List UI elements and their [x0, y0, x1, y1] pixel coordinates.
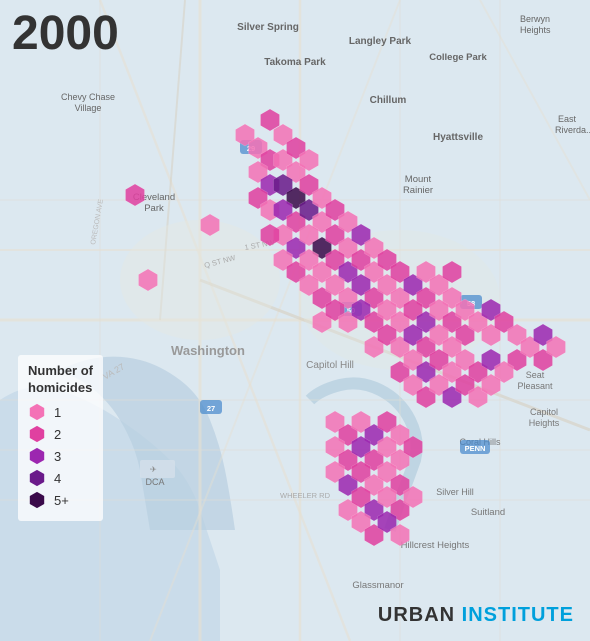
svg-text:Silver Hill: Silver Hill [436, 487, 474, 497]
svg-text:Capitol Hill: Capitol Hill [306, 360, 354, 371]
svg-text:58: 58 [467, 299, 475, 308]
svg-text:Mount: Mount [405, 174, 432, 185]
svg-text:DCA: DCA [145, 477, 164, 487]
legend-label-2: 2 [54, 427, 61, 442]
svg-text:Washington: Washington [171, 343, 245, 358]
svg-text:27: 27 [207, 404, 215, 413]
svg-text:Heights: Heights [520, 25, 551, 35]
legend-hex-3 [28, 447, 46, 465]
svg-text:Rainier: Rainier [403, 185, 433, 196]
svg-text:29: 29 [247, 144, 255, 153]
svg-text:Chillum: Chillum [370, 95, 407, 106]
map-svg: ✈ Silver Spring Langley Park Berwyn Heig… [0, 0, 590, 641]
legend-item-1: 1 [28, 403, 93, 421]
svg-text:WHEELER RD: WHEELER RD [280, 491, 331, 500]
svg-text:Takoma Park: Takoma Park [264, 57, 326, 68]
branding: URBAN INSTITUTE [378, 604, 574, 627]
legend-item-5: 5+ [28, 491, 93, 509]
svg-text:East: East [558, 114, 577, 124]
brand-urban: URBAN [378, 604, 455, 626]
legend-item-4: 4 [28, 469, 93, 487]
svg-text:Chevy Chase: Chevy Chase [61, 92, 115, 102]
legend-hex-1 [28, 403, 46, 421]
legend-title: Number ofhomicides [28, 363, 93, 397]
legend-hex-4 [28, 469, 46, 487]
svg-text:Capitol: Capitol [530, 407, 558, 417]
svg-text:✈: ✈ [150, 465, 157, 474]
brand-institute: INSTITUTE [462, 604, 574, 626]
svg-text:Cleveland: Cleveland [133, 192, 175, 203]
svg-text:College Park: College Park [429, 52, 487, 63]
svg-text:Silver Spring: Silver Spring [237, 22, 299, 33]
svg-text:Glassmanor: Glassmanor [352, 580, 403, 591]
legend-label-5: 5+ [54, 493, 69, 508]
svg-text:Berwyn: Berwyn [520, 14, 550, 24]
svg-text:Seat: Seat [526, 370, 545, 380]
svg-text:Heights: Heights [529, 418, 560, 428]
year-label: 2000 [12, 10, 119, 58]
svg-text:Hillcrest Heights: Hillcrest Heights [401, 540, 470, 551]
legend: Number ofhomicides 1 2 3 4 [18, 355, 103, 521]
svg-text:Langley Park: Langley Park [349, 36, 412, 47]
legend-hex-2 [28, 425, 46, 443]
legend-label-4: 4 [54, 471, 61, 486]
legend-item-2: 2 [28, 425, 93, 443]
svg-text:Village: Village [75, 103, 102, 113]
map-container: ✈ Silver Spring Langley Park Berwyn Heig… [0, 0, 590, 641]
legend-hex-5 [28, 491, 46, 509]
svg-text:Suitland: Suitland [471, 507, 505, 518]
svg-text:PENN: PENN [465, 444, 486, 453]
svg-text:Hyattsville: Hyattsville [433, 132, 483, 143]
legend-item-3: 3 [28, 447, 93, 465]
legend-label-3: 3 [54, 449, 61, 464]
legend-label-1: 1 [54, 405, 61, 420]
svg-text:Park: Park [144, 203, 164, 214]
svg-text:Riverda...: Riverda... [555, 125, 590, 135]
svg-text:50: 50 [347, 306, 355, 315]
svg-text:Pleasant: Pleasant [517, 381, 553, 391]
